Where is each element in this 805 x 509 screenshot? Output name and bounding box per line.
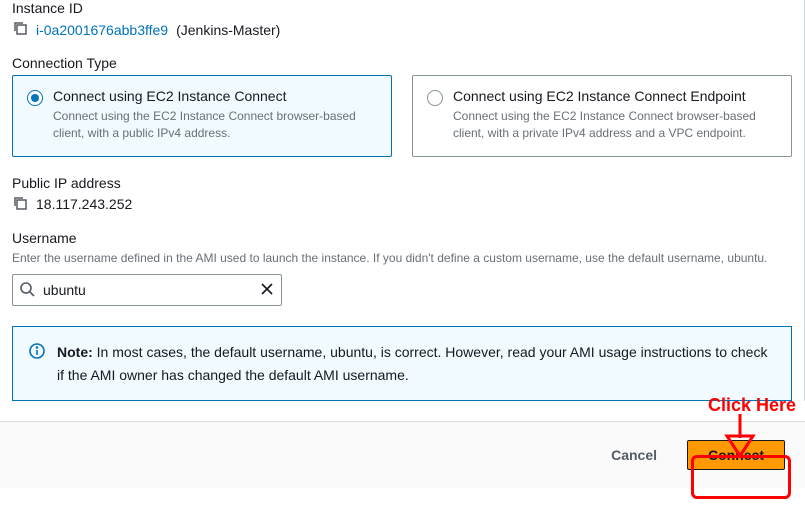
radio-description: Connect using the EC2 Instance Connect b…	[53, 108, 377, 142]
username-help: Enter the username defined in the AMI us…	[12, 250, 792, 267]
instance-id-label: Instance ID	[12, 0, 792, 16]
clear-icon[interactable]	[259, 281, 275, 300]
copy-icon[interactable]	[12, 195, 28, 214]
cancel-button[interactable]: Cancel	[591, 441, 677, 469]
radio-description: Connect using the EC2 Instance Connect b…	[453, 108, 777, 142]
connection-option-ec2-instance-connect[interactable]: Connect using EC2 Instance Connect Conne…	[12, 75, 392, 157]
public-ip-value: 18.117.243.252	[36, 196, 132, 212]
radio-title: Connect using EC2 Instance Connect	[53, 88, 377, 104]
instance-name: (Jenkins-Master)	[176, 22, 280, 38]
public-ip-label: Public IP address	[12, 175, 792, 191]
connect-button[interactable]: Connect	[687, 440, 785, 470]
info-text: Note: In most cases, the default usernam…	[57, 341, 775, 386]
info-icon	[29, 341, 45, 386]
instance-id-link[interactable]: i-0a2001676abb3ffe9	[36, 22, 168, 38]
info-box: Note: In most cases, the default usernam…	[12, 326, 792, 401]
footer: Cancel Connect	[0, 421, 805, 488]
connection-option-ec2-instance-connect-endpoint[interactable]: Connect using EC2 Instance Connect Endpo…	[412, 75, 792, 157]
copy-icon[interactable]	[12, 20, 28, 39]
connection-type-label: Connection Type	[12, 55, 792, 71]
username-input[interactable]	[41, 281, 253, 299]
radio-icon	[27, 90, 43, 106]
radio-icon	[427, 90, 443, 106]
radio-title: Connect using EC2 Instance Connect Endpo…	[453, 88, 777, 104]
search-icon	[19, 281, 35, 300]
username-label: Username	[12, 230, 792, 246]
username-input-wrapper[interactable]	[12, 274, 282, 306]
